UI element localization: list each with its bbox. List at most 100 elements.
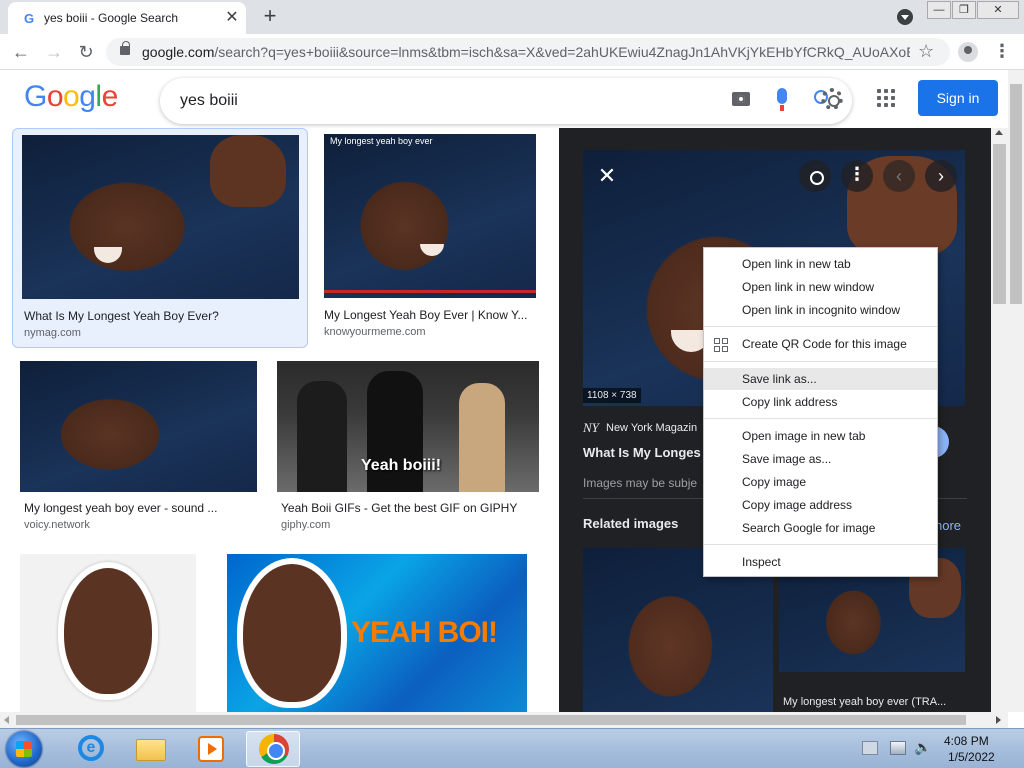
menu-item-create-qr-code[interactable]: Create QR Code for this image <box>704 333 937 355</box>
result-thumbnail[interactable] <box>20 554 196 712</box>
restore-button[interactable]: ❐ <box>952 1 976 19</box>
menu-item-copy-image[interactable]: Copy image <box>704 471 937 493</box>
lens-search-icon[interactable] <box>799 160 831 192</box>
menu-separator <box>704 326 937 327</box>
start-button[interactable] <box>6 731 42 767</box>
video-progress-bar <box>324 290 536 293</box>
thumbnail-detail <box>243 564 341 702</box>
clock-time[interactable]: 4:08 PM <box>944 734 989 748</box>
scrollbar-thumb[interactable] <box>16 715 966 725</box>
image-result-card[interactable]: YEAH BOI! <box>220 548 532 712</box>
chrome-menu-icon[interactable]: ⋮ <box>992 40 1012 64</box>
address-bar[interactable]: google.com/search?q=yes+boiii&source=lnm… <box>106 38 950 66</box>
previous-image-icon[interactable]: ‹ <box>883 160 915 192</box>
preview-source-name[interactable]: New York Magazin <box>606 422 697 434</box>
back-arrow-icon[interactable]: ← <box>9 40 33 64</box>
menu-item-save-link-as[interactable]: Save link as... <box>704 368 937 390</box>
settings-gear-icon[interactable] <box>821 88 843 110</box>
google-logo[interactable]: Google <box>24 80 118 114</box>
menu-separator <box>704 418 937 419</box>
result-thumbnail[interactable] <box>20 361 257 492</box>
context-menu: Open link in new tab Open link in new wi… <box>703 247 938 577</box>
scrollbar-thumb[interactable] <box>993 144 1006 304</box>
logo-letter: G <box>24 80 47 113</box>
microphone-icon[interactable] <box>777 88 787 111</box>
search-query-text[interactable]: yes boiii <box>180 92 238 110</box>
thumbnail-detail <box>420 244 444 256</box>
result-thumbnail[interactable]: My longest yeah boy ever <box>324 134 536 298</box>
image-result-card[interactable]: Yeah boiii! Yeah Boii GIFs - Get the bes… <box>272 354 544 534</box>
tab-close-icon[interactable]: ✕ <box>222 8 242 28</box>
profile-avatar-icon[interactable] <box>958 42 978 62</box>
result-caption[interactable]: My longest yeah boy ever - sound ... <box>24 501 234 515</box>
menu-item-copy-image-address[interactable]: Copy image address <box>704 494 937 516</box>
search-input[interactable]: yes boiii <box>160 78 852 124</box>
result-thumbnail[interactable]: Yeah boiii! <box>277 361 539 492</box>
scroll-left-arrow-icon[interactable] <box>4 716 9 724</box>
lock-icon[interactable] <box>120 41 130 55</box>
thumbnail-detail <box>64 568 152 694</box>
menu-item-open-link-incognito[interactable]: Open link in incognito window <box>704 299 937 321</box>
menu-item-copy-link-address[interactable]: Copy link address <box>704 391 937 413</box>
close-preview-icon[interactable]: ✕ <box>591 160 623 192</box>
clock-date[interactable]: 1/5/2022 <box>948 750 995 764</box>
menu-item-inspect[interactable]: Inspect <box>704 551 937 573</box>
menu-item-open-link-new-window[interactable]: Open link in new window <box>704 276 937 298</box>
bookmark-star-icon[interactable]: ☆ <box>918 41 934 62</box>
minimize-button[interactable]: — <box>927 1 951 19</box>
volume-icon[interactable]: 🔈 <box>914 739 931 755</box>
image-result-card[interactable]: What Is My Longest Yeah Boy Ever? nymag.… <box>12 128 308 348</box>
sign-in-button[interactable]: Sign in <box>918 80 998 116</box>
scrollbar-thumb[interactable] <box>1010 84 1022 304</box>
image-result-card[interactable]: My longest yeah boy ever - sound ... voi… <box>14 354 264 534</box>
result-source[interactable]: voicy.network <box>24 519 90 531</box>
menu-separator <box>704 544 937 545</box>
keyboard-icon[interactable] <box>862 741 878 755</box>
thumbnail-overlay-text: YEAH BOI! <box>351 616 498 649</box>
browser-toolbar: ← → ↻ google.com/search?q=yes+boiii&sour… <box>0 34 1024 70</box>
menu-item-save-image-as[interactable]: Save image as... <box>704 448 937 470</box>
google-apps-icon[interactable] <box>877 89 895 107</box>
result-caption[interactable]: Yeah Boii GIFs - Get the best GIF on GIP… <box>281 501 541 515</box>
result-caption[interactable]: My Longest Yeah Boy Ever | Know Y... <box>324 308 536 322</box>
result-source[interactable]: nymag.com <box>24 327 81 339</box>
page-horizontal-scrollbar[interactable] <box>0 712 1008 728</box>
menu-item-open-link-new-tab[interactable]: Open link in new tab <box>704 253 937 275</box>
camera-icon[interactable] <box>732 92 750 106</box>
google-header: Google yes boiii <box>0 70 1008 128</box>
result-thumbnail[interactable] <box>22 135 299 299</box>
internet-explorer-icon: e <box>78 735 104 761</box>
preview-scrollbar[interactable] <box>991 128 1008 712</box>
new-tab-button[interactable]: + <box>258 5 282 29</box>
thumbnail-overlay-text: My longest yeah boy ever <box>330 136 433 146</box>
menu-item-search-google-for-image[interactable]: Search Google for image <box>704 517 937 539</box>
url-text[interactable]: google.com/search?q=yes+boiii&source=lnm… <box>142 44 910 60</box>
preview-title[interactable]: What Is My Longes <box>583 445 701 460</box>
image-result-card[interactable] <box>14 548 198 712</box>
image-result-card[interactable]: My longest yeah boy ever My Longest Yeah… <box>320 128 542 348</box>
windows-taskbar: e 🔈 4:08 PM 1/5/2022 <box>0 728 1024 768</box>
result-caption[interactable]: What Is My Longest Yeah Boy Ever? <box>24 309 294 323</box>
see-more-link[interactable]: nore <box>935 518 961 533</box>
result-source[interactable]: knowyourmeme.com <box>324 326 425 338</box>
logo-letter: e <box>101 80 119 113</box>
scroll-right-arrow-icon[interactable] <box>996 716 1001 724</box>
related-image-caption[interactable]: My longest yeah boy ever (TRA... <box>783 696 946 708</box>
result-thumbnail[interactable]: YEAH BOI! <box>227 554 527 712</box>
menu-separator <box>704 361 937 362</box>
folder-icon <box>136 739 166 761</box>
forward-arrow-icon[interactable]: → <box>42 40 66 64</box>
logo-letter: o <box>46 80 64 113</box>
menu-item-open-image-new-tab[interactable]: Open image in new tab <box>704 425 937 447</box>
result-source[interactable]: giphy.com <box>281 519 330 531</box>
more-options-icon[interactable]: ⋮ <box>841 160 873 192</box>
browser-tab-active[interactable]: G yes boiii - Google Search ✕ <box>8 2 246 34</box>
source-logo-icon: NY <box>583 420 599 435</box>
network-icon[interactable] <box>890 741 906 755</box>
reload-icon[interactable]: ↻ <box>74 40 98 64</box>
tab-search-icon[interactable] <box>897 9 913 25</box>
page-vertical-scrollbar[interactable] <box>1008 70 1024 712</box>
next-image-icon[interactable]: › <box>925 160 957 192</box>
scroll-up-arrow-icon[interactable] <box>995 130 1003 135</box>
window-close-button[interactable]: ✕ <box>977 1 1019 19</box>
